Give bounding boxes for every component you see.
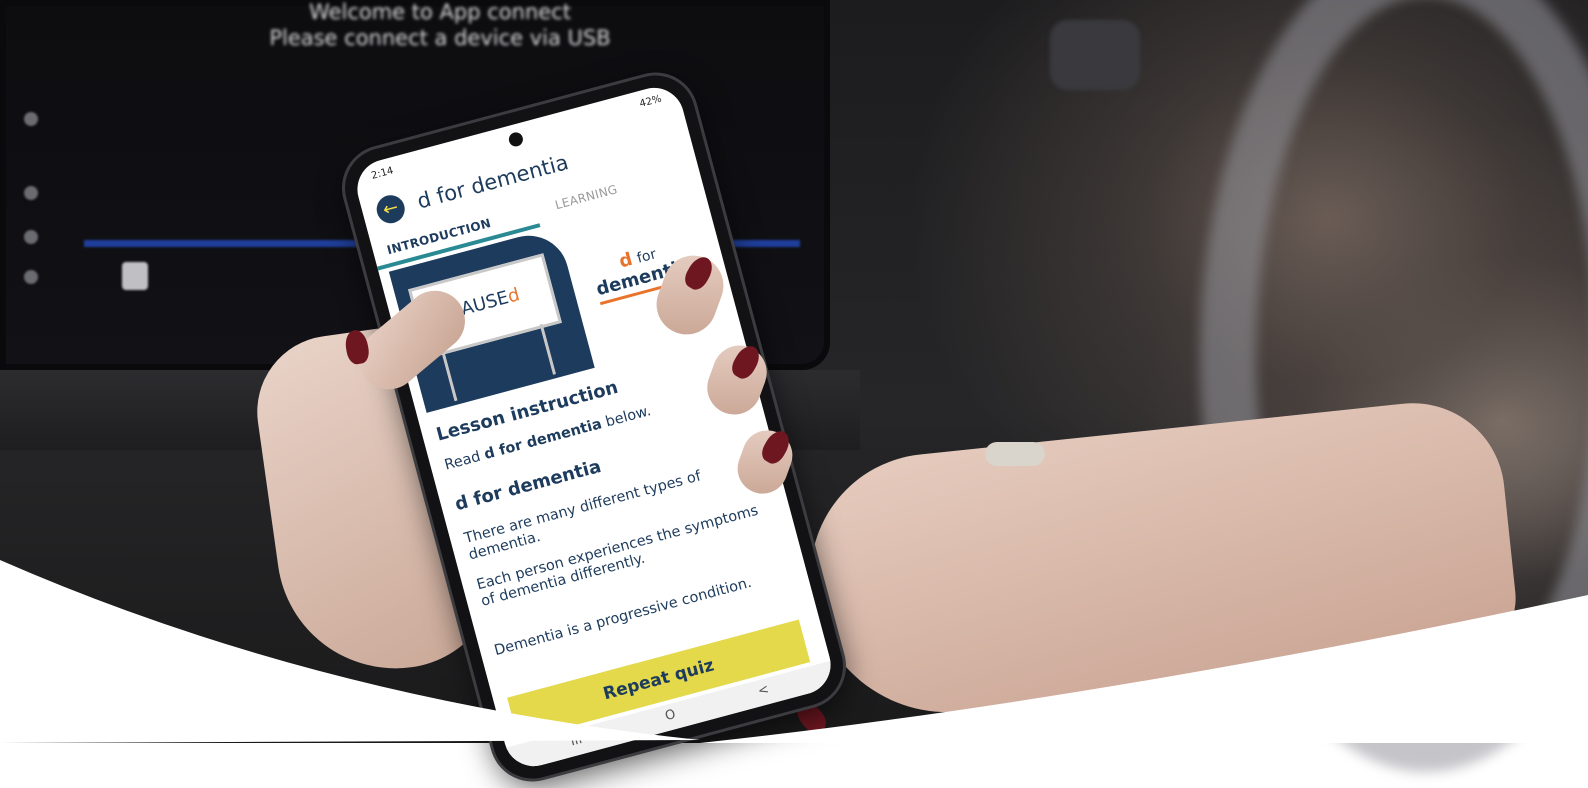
car-screen-media-icon [122, 262, 148, 290]
recent-apps-icon[interactable]: III [569, 732, 584, 749]
car-screen-icon [24, 186, 38, 200]
home-icon[interactable]: O [664, 707, 678, 724]
instruction-post: below. [603, 403, 653, 431]
status-time: 2:14 [370, 165, 395, 182]
car-screen-icon [24, 112, 38, 126]
car-screen-icon [24, 270, 38, 284]
tab-learning[interactable]: LEARNING [554, 182, 619, 212]
ring [985, 442, 1045, 466]
instruction-pre: Read [442, 448, 483, 474]
car-screen-message-2: Please connect a device via USB [269, 26, 611, 50]
air-vent [1050, 20, 1140, 90]
car-screen-icon [24, 230, 38, 244]
car-screen-message-1: Welcome to App connect [309, 0, 571, 24]
back-arrow-icon[interactable]: ← [373, 192, 408, 227]
back-nav-icon[interactable]: < [756, 682, 770, 699]
status-battery: 42% [638, 93, 663, 110]
